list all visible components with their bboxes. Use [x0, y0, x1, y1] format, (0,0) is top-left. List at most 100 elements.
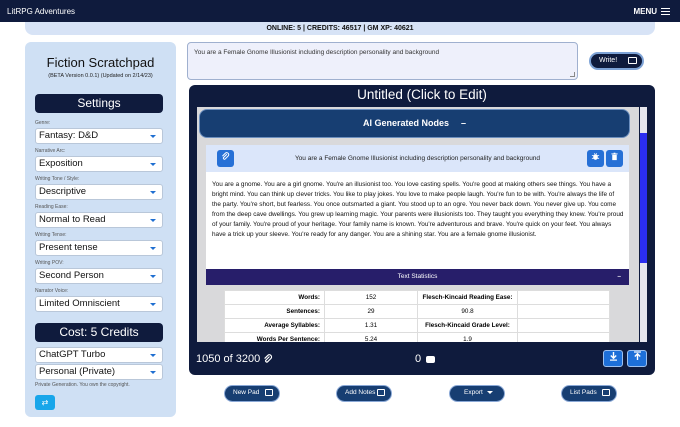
narrator-voice-select[interactable]: Limited Omniscient: [35, 296, 163, 312]
brand-link[interactable]: LitRPG Adventures: [7, 7, 75, 16]
export-button[interactable]: Export: [449, 385, 505, 402]
settings-sidebar: Fiction Scratchpad (BETA Version 0.0.1) …: [25, 42, 176, 417]
genre-select[interactable]: Fantasy: D&D: [35, 128, 163, 144]
write-button[interactable]: Write!: [589, 52, 644, 70]
model-select[interactable]: ChatGPT Turbo: [35, 347, 163, 363]
new-pad-label: New Pad: [233, 389, 260, 396]
list-pads-button[interactable]: List Pads: [561, 385, 617, 402]
chevron-down-icon: [150, 303, 156, 306]
prompt-textarea[interactable]: You are a Female Gnome Illusionist inclu…: [187, 42, 578, 80]
text-stats-header[interactable]: Text Statistics –: [206, 269, 629, 285]
export-label: Export: [464, 389, 483, 396]
privacy-note: Private Generation. You own the copyrigh…: [35, 382, 130, 388]
trash-icon: [611, 152, 618, 161]
document-scroll-area[interactable]: AI Generated Nodes – You are a Female Gno…: [197, 107, 647, 427]
arrow-up-icon: [633, 351, 641, 360]
attach-button[interactable]: [217, 150, 234, 167]
stat-value: 1.9: [417, 332, 518, 342]
ai-node-card: You are a Female Gnome Illusionist inclu…: [206, 145, 629, 342]
writing-pov-value: Second Person: [39, 270, 104, 281]
text-stats-heading: Text Statistics: [397, 273, 438, 280]
model-value: ChatGPT Turbo: [39, 349, 106, 360]
word-count-value: 1050 of 3200: [196, 353, 261, 365]
chevron-down-icon: [150, 163, 156, 166]
delete-button[interactable]: [606, 150, 623, 167]
version-text: (BETA Version 0.0.1) (Updated on 2/14/23…: [48, 73, 153, 79]
chevron-down-icon: [486, 390, 493, 394]
new-pad-button[interactable]: New Pad: [224, 385, 280, 402]
chevron-down-icon: [150, 135, 156, 138]
stat-key: Flesch-Kincaid Reading Ease:: [417, 290, 518, 305]
privacy-value: Personal (Private): [39, 366, 116, 377]
writing-pov-select[interactable]: Second Person: [35, 268, 163, 284]
menu-button[interactable]: MENU: [633, 7, 670, 16]
paperclip-icon: [222, 152, 230, 160]
hamburger-icon: [661, 8, 670, 15]
node-text[interactable]: You are a gnome. You are a girl gnome. Y…: [212, 180, 624, 240]
narrative-arc-select[interactable]: Exposition: [35, 156, 163, 172]
scroll-up-button[interactable]: [627, 350, 647, 367]
prompt-value: You are a Female Gnome Illusionist inclu…: [194, 49, 440, 56]
keyboard-icon: [628, 57, 637, 64]
paperclip-icon: [264, 354, 273, 363]
privacy-select[interactable]: Personal (Private): [35, 364, 163, 380]
stat-key: Sentences:: [224, 304, 325, 319]
reading-ease-label: Reading Ease:: [35, 204, 68, 210]
table-row: Average Syllables: 1.31 Flesch-Kincaid G…: [224, 318, 610, 333]
swap-button[interactable]: ⇄: [35, 395, 55, 410]
document-panel: Untitled (Click to Edit) AI Generated No…: [189, 85, 655, 375]
chevron-down-icon: [150, 371, 156, 374]
stat-value: 1.31: [324, 318, 418, 333]
text-stats-table: Words: 152 Flesch-Kincaid Reading Ease: …: [224, 290, 610, 342]
chevron-down-icon: [150, 191, 156, 194]
scroll-down-button[interactable]: [603, 350, 623, 367]
add-notes-button[interactable]: Add Notes: [336, 385, 392, 402]
ai-nodes-heading: AI Generated Nodes: [362, 118, 449, 128]
notes-count: 0: [415, 353, 436, 365]
writing-pov-label: Writing POV:: [35, 260, 64, 266]
note-icon: [377, 389, 385, 396]
collapse-icon[interactable]: –: [617, 269, 621, 285]
writing-tense-label: Writing Tense:: [35, 232, 67, 238]
settings-heading: Settings: [35, 94, 163, 113]
stat-value: 152: [324, 290, 418, 305]
stat-value: [517, 332, 610, 342]
text-stats-body: Words: 152 Flesch-Kincaid Reading Ease: …: [206, 285, 629, 342]
comment-icon: [426, 355, 436, 363]
nodes-container: AI Generated Nodes – You are a Female Gno…: [197, 107, 639, 342]
chevron-down-icon: [150, 275, 156, 278]
scrollbar-thumb[interactable]: [640, 133, 647, 263]
bug-icon: [591, 153, 600, 160]
node-header: You are a Female Gnome Illusionist inclu…: [206, 145, 629, 172]
debug-button[interactable]: [587, 150, 604, 167]
ai-nodes-header[interactable]: AI Generated Nodes –: [199, 109, 630, 138]
chevron-down-icon: [150, 219, 156, 222]
menu-label: MENU: [633, 7, 657, 16]
stat-value: [517, 304, 610, 319]
write-label: Write!: [599, 57, 618, 64]
resize-handle-icon[interactable]: [570, 72, 575, 77]
word-count: 1050 of 3200: [196, 353, 273, 365]
narrator-voice-label: Narrator Voice:: [35, 288, 69, 294]
writing-tense-value: Present tense: [39, 242, 98, 253]
genre-value: Fantasy: D&D: [39, 130, 99, 141]
collapse-icon[interactable]: –: [461, 118, 466, 128]
stat-value: [517, 318, 610, 333]
table-row: Sentences: 29 90.8: [224, 304, 610, 319]
writing-tense-select[interactable]: Present tense: [35, 240, 163, 256]
table-row: Words Per Sentence: 5.24 1.9: [224, 332, 610, 342]
writing-tone-value: Descriptive: [39, 186, 86, 197]
genre-label: Genre:: [35, 120, 51, 126]
add-notes-label: Add Notes: [345, 389, 376, 396]
stat-value: 29: [324, 304, 418, 319]
stat-key: Average Syllables:: [224, 318, 325, 333]
reading-ease-select[interactable]: Normal to Read: [35, 212, 163, 228]
chevron-down-icon: [150, 247, 156, 250]
stat-key: Words:: [224, 290, 325, 305]
stat-key: Words Per Sentence:: [224, 332, 325, 342]
node-prompt: You are a Female Gnome Illusionist inclu…: [294, 155, 541, 162]
stat-value: 5.24: [324, 332, 418, 342]
document-title[interactable]: Untitled (Click to Edit): [189, 87, 655, 102]
writing-tone-select[interactable]: Descriptive: [35, 184, 163, 200]
swap-icon: ⇄: [41, 398, 49, 407]
